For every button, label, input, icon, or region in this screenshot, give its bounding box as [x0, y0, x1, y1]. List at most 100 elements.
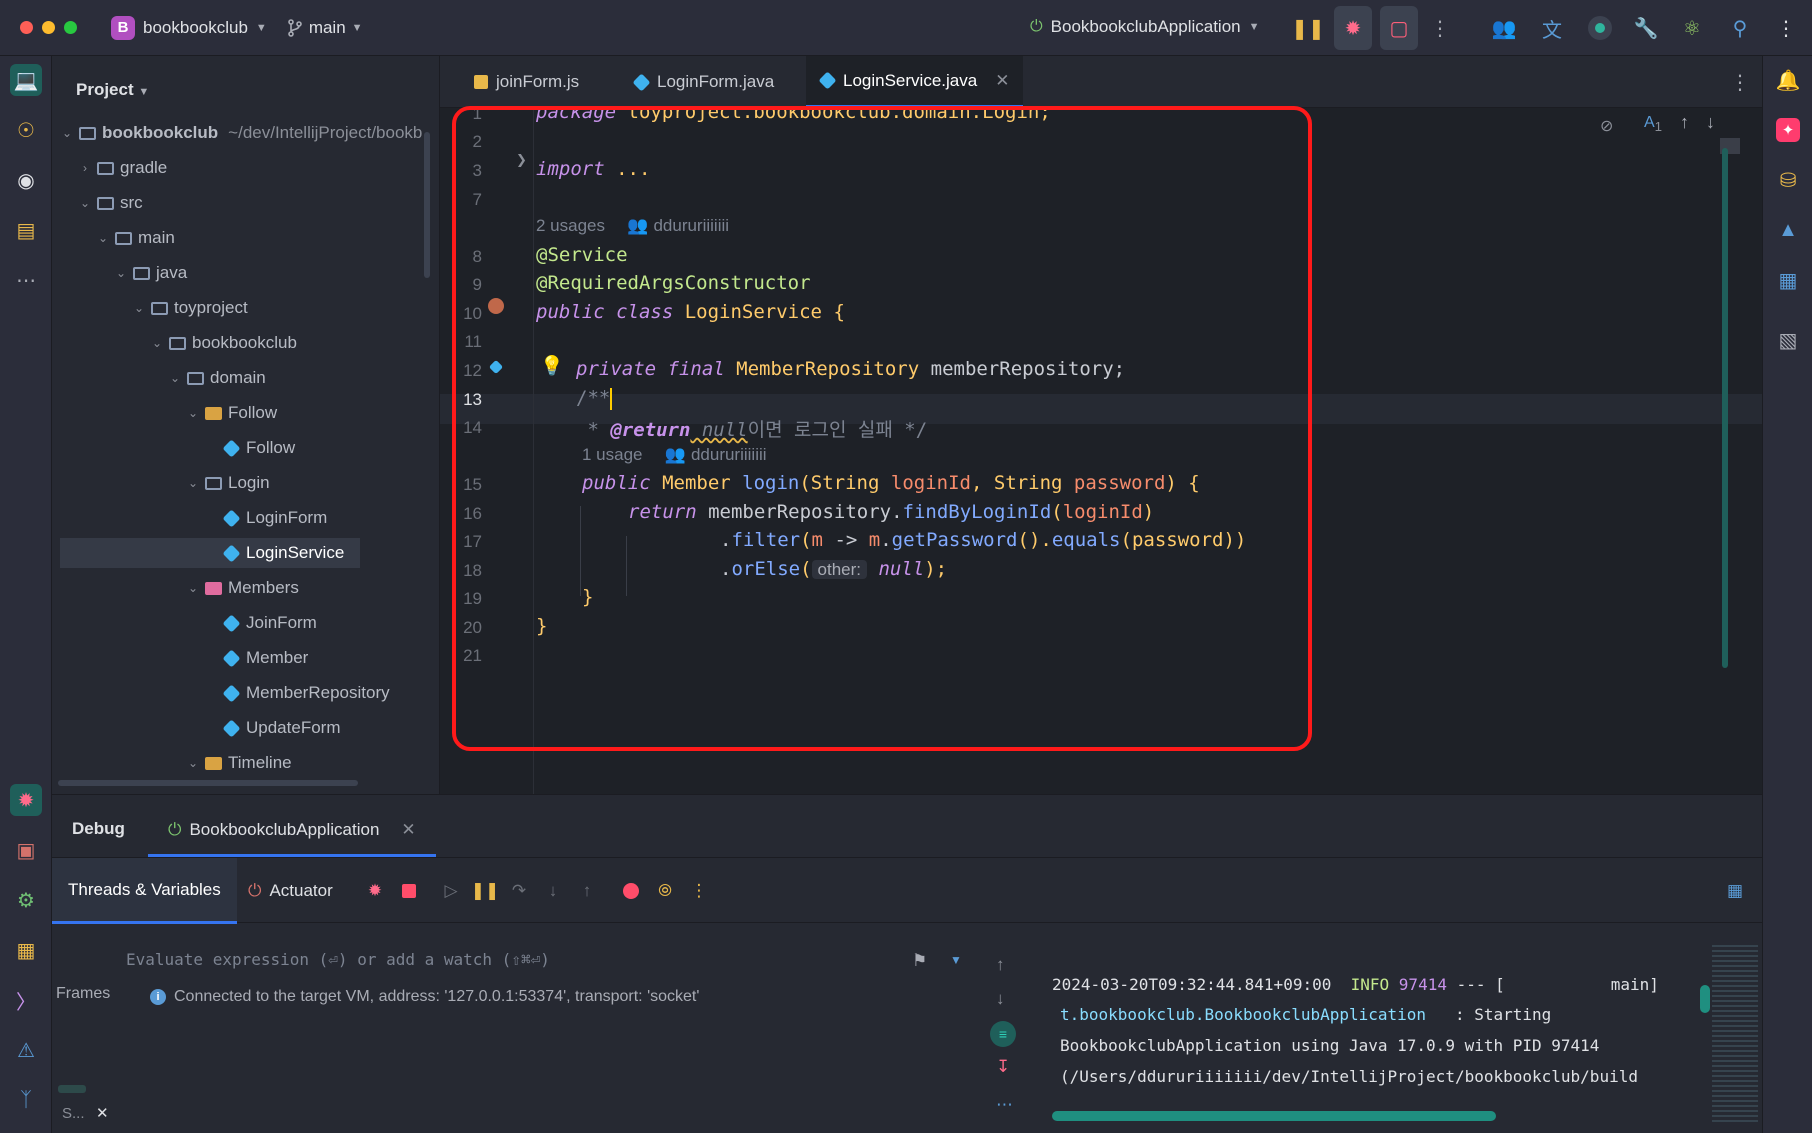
close-icon[interactable]: ✕: [96, 1104, 109, 1122]
chevron-right-icon[interactable]: ›: [76, 161, 94, 175]
step-into-icon[interactable]: ↓: [540, 878, 566, 904]
collapsed-pane-label[interactable]: S...: [62, 1105, 85, 1122]
debug-tool-icon[interactable]: ✹: [10, 784, 42, 816]
scroll-down-arrow-icon[interactable]: ↓: [996, 989, 1005, 1009]
chevron-down-icon[interactable]: ⌄: [94, 231, 112, 245]
reader-book-icon[interactable]: ▧: [1772, 324, 1804, 356]
settings-menu-icon[interactable]: ⋮: [1770, 12, 1802, 44]
next-highlight-arrow-icon[interactable]: ↓: [1706, 112, 1715, 133]
step-out-icon[interactable]: ↑: [574, 878, 600, 904]
console-horizontal-scrollbar[interactable]: [1052, 1111, 1496, 1121]
code-with-me-icon[interactable]: 👥: [1488, 12, 1520, 44]
build-tools-icon[interactable]: 🔧: [1630, 12, 1662, 44]
line-number[interactable]: 15: [440, 475, 482, 495]
line-number[interactable]: 1: [440, 108, 482, 124]
stop-icon[interactable]: [396, 878, 422, 904]
tab-loginform-java[interactable]: LoginForm.java: [620, 56, 788, 108]
previous-highlight-arrow-icon[interactable]: ↑: [1680, 112, 1689, 133]
step-over-icon[interactable]: ↷: [506, 878, 532, 904]
more-tools-icon[interactable]: ⋯: [10, 264, 42, 296]
injected-bean-icon[interactable]: [488, 358, 504, 378]
line-number[interactable]: 7: [440, 190, 482, 210]
run-configuration-selector[interactable]: ⏻ BookbookclubApplication ▼: [1030, 17, 1260, 37]
bookmark-icon[interactable]: ⚑: [912, 951, 927, 971]
line-number[interactable]: 13: [440, 390, 482, 410]
line-number[interactable]: 20: [440, 618, 482, 638]
mute-breakpoints-icon[interactable]: ⦾: [652, 878, 678, 904]
table-icon[interactable]: ▦: [1772, 264, 1804, 296]
debug-session-tab[interactable]: ⏻ BookbookclubApplication ✕: [148, 805, 436, 857]
tab-joinform-js[interactable]: joinForm.js: [460, 56, 593, 108]
line-number[interactable]: 3: [440, 161, 482, 181]
rerun-debug-icon[interactable]: ✹: [362, 878, 388, 904]
chevron-down-icon[interactable]: ⌄: [130, 301, 148, 315]
notes-icon[interactable]: ▦: [10, 934, 42, 966]
minimize-window-button[interactable]: [42, 21, 55, 34]
line-number[interactable]: 21: [440, 646, 482, 666]
ai-assistant-icon[interactable]: ⚛: [1676, 12, 1708, 44]
tree-item-login[interactable]: ⌄ Login: [52, 468, 438, 498]
scroll-to-end-icon[interactable]: ↧: [996, 1057, 1010, 1077]
chevron-down-icon[interactable]: ⌄: [184, 476, 202, 490]
database-console-icon[interactable]: ▣: [10, 834, 42, 866]
chevron-down-icon[interactable]: ▼: [950, 953, 962, 967]
terminal-icon[interactable]: 〉: [10, 984, 42, 1016]
tree-item-loginform[interactable]: LoginForm: [52, 503, 438, 533]
gradle-elephant-icon[interactable]: ▲: [1772, 214, 1804, 246]
tree-item-gradle[interactable]: › gradle: [52, 153, 438, 183]
tree-item-bookbookclub[interactable]: ⌄ bookbookclub: [52, 328, 438, 358]
stop-icon[interactable]: ▢: [1380, 6, 1418, 50]
tree-item-domain[interactable]: ⌄ domain: [52, 363, 438, 393]
line-number[interactable]: 8: [440, 247, 482, 267]
chevron-down-icon[interactable]: ⌄: [184, 406, 202, 420]
line-number[interactable]: 2: [440, 132, 482, 152]
tree-item-member[interactable]: Member: [52, 643, 438, 673]
line-number[interactable]: 16: [440, 504, 482, 524]
fold-chevron-icon[interactable]: ❯: [516, 152, 527, 168]
branch-switcher[interactable]: main ▼: [287, 18, 363, 38]
more-vertical-icon[interactable]: ⋮: [1424, 12, 1456, 44]
commit-icon[interactable]: ☉: [10, 114, 42, 146]
tree-horizontal-scrollbar[interactable]: [58, 780, 358, 786]
editor-scrollbar[interactable]: [1722, 148, 1728, 668]
resume-icon[interactable]: ▷: [438, 878, 464, 904]
services-icon[interactable]: ▤: [10, 214, 42, 246]
tree-item-toyproject[interactable]: ⌄ toyproject: [52, 293, 438, 323]
database-icon[interactable]: ⛁: [1772, 164, 1804, 196]
code-lens-usages[interactable]: 2 usages 👥 ddururiiiiiii: [536, 215, 729, 237]
scroll-up-arrow-icon[interactable]: ↑: [996, 955, 1005, 975]
code-lens-method-usages[interactable]: 1 usage 👥 ddururiiiiiii: [582, 444, 767, 466]
chevron-down-icon[interactable]: ⌄: [148, 336, 166, 350]
line-number[interactable]: 9: [440, 275, 482, 295]
record-icon[interactable]: [1584, 12, 1616, 44]
project-panel-title[interactable]: Project ▼: [76, 80, 149, 100]
view-breakpoints-icon[interactable]: [618, 878, 644, 904]
tree-item-java[interactable]: ⌄ java: [52, 258, 438, 288]
tree-item-members[interactable]: ⌄ Members: [52, 573, 438, 603]
line-number[interactable]: 17: [440, 532, 482, 552]
close-tab-icon[interactable]: ✕: [995, 71, 1009, 91]
debug-bug-icon[interactable]: ✹: [1334, 6, 1372, 50]
chevron-down-icon[interactable]: ⌄: [112, 266, 130, 280]
soft-wrap-icon[interactable]: ≡: [990, 1021, 1016, 1047]
pause-icon[interactable]: ❚❚: [1291, 12, 1325, 44]
frames-scrollbar[interactable]: [58, 1085, 86, 1093]
chevron-down-icon[interactable]: ⌄: [76, 196, 94, 210]
chevron-down-icon[interactable]: ⌄: [58, 126, 76, 140]
console-vertical-scrollbar[interactable]: [1700, 985, 1710, 1013]
tree-item-main[interactable]: ⌄ main: [52, 223, 438, 253]
tree-item-timeline[interactable]: ⌄ Timeline: [52, 748, 438, 778]
more-vertical-icon[interactable]: ⋮: [686, 878, 712, 904]
line-number[interactable]: 14: [440, 418, 482, 438]
close-window-button[interactable]: [20, 21, 33, 34]
line-number[interactable]: 19: [440, 589, 482, 609]
search-icon[interactable]: ⚲: [1724, 12, 1756, 44]
tree-item-memberrepository[interactable]: MemberRepository: [52, 678, 438, 708]
frames-label[interactable]: Frames: [56, 985, 110, 1003]
gear-icon[interactable]: ⚙: [10, 884, 42, 916]
tab-actuator[interactable]: ⏻ Actuator: [248, 858, 333, 924]
project-view-icon[interactable]: 💻: [10, 64, 42, 96]
tree-scrollbar[interactable]: [424, 132, 430, 278]
code-editor[interactable]: 1 2 3 7 8 9 10 11 12 13 14 15 16 17 18 19 20 21 ❯ 💡 ⊘ A1 …: [440, 108, 1762, 794]
layout-icon[interactable]: ▦: [1722, 878, 1748, 904]
